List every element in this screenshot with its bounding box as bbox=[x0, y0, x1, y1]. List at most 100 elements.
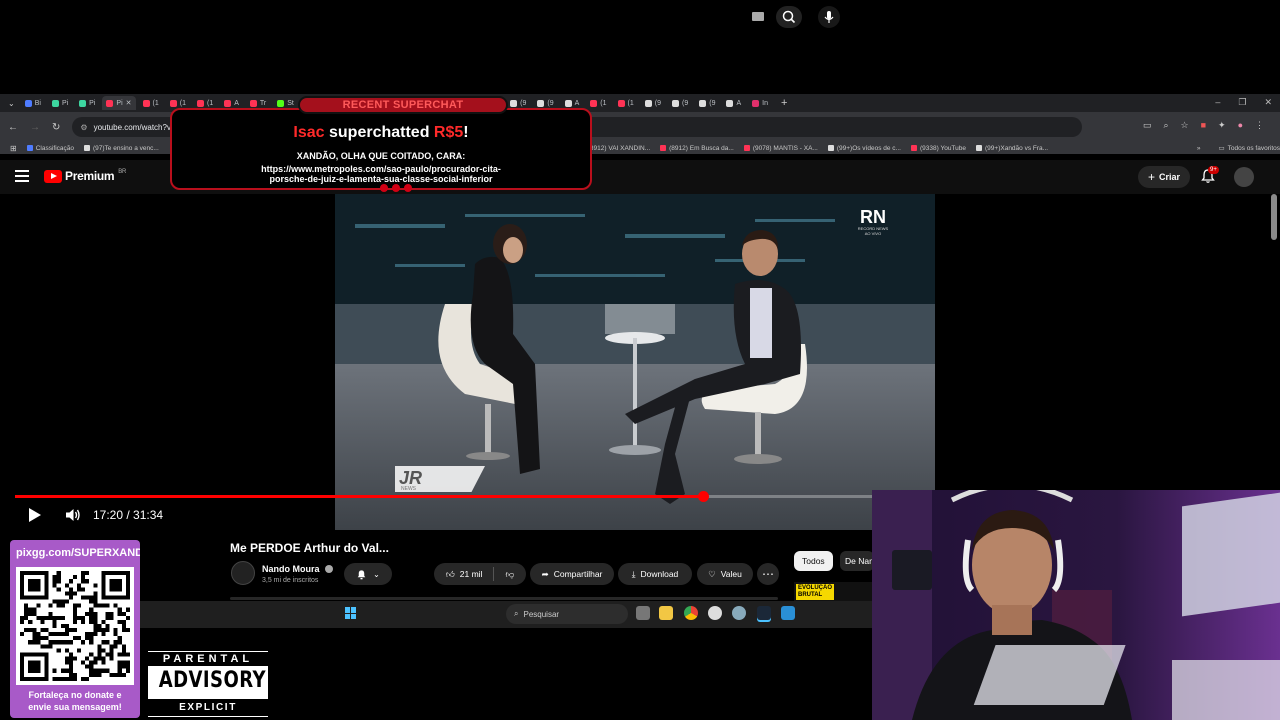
browser-tab[interactable]: (9 bbox=[695, 96, 719, 110]
forward-icon[interactable]: → bbox=[30, 122, 40, 133]
browser-tab[interactable]: (9 bbox=[641, 96, 665, 110]
download-button[interactable]: ⤓ Download bbox=[618, 563, 692, 585]
channel-bug-logo: RN bbox=[860, 207, 886, 227]
profile-icon[interactable]: ● bbox=[1238, 120, 1243, 131]
chrome-menu-icon[interactable]: ⋮ bbox=[1255, 120, 1264, 131]
restore-icon[interactable]: ❐ bbox=[1238, 97, 1246, 108]
reload-icon[interactable]: ↻ bbox=[52, 122, 60, 133]
chip-from-channel[interactable]: De Nan bbox=[840, 551, 874, 571]
bookmark-label: (99+)Xandão vs Fra... bbox=[985, 144, 1049, 152]
browser-tab[interactable]: In bbox=[748, 96, 772, 110]
toolbar-actions: ▭ ⌕ ☆ ■ ✦ ● ⋮ bbox=[1143, 120, 1264, 131]
bookmark-item[interactable]: (9078) MANTIS - XA... bbox=[743, 145, 818, 152]
chip-all[interactable]: Todos bbox=[794, 551, 833, 571]
app-icon[interactable] bbox=[781, 606, 795, 620]
create-button[interactable]: + Criar bbox=[1138, 166, 1190, 188]
tab-favicon-icon bbox=[142, 99, 150, 107]
browser-tab[interactable]: (9 bbox=[668, 96, 692, 110]
channel-bug: RN RECORD NEWS AO VIVO bbox=[850, 208, 896, 236]
bookmark-label: (8912) VAI XANDIN... bbox=[587, 144, 651, 152]
browser-tab[interactable]: A bbox=[722, 96, 745, 110]
all-bookmarks-link[interactable]: ▭ Todos os favoritos bbox=[1218, 144, 1280, 153]
bookmark-favicon-icon bbox=[827, 145, 834, 151]
superchat-action: superchatted bbox=[324, 124, 434, 141]
back-icon[interactable]: ← bbox=[8, 122, 18, 133]
bookmark-favicon-icon bbox=[660, 145, 667, 151]
minimize-icon[interactable]: – bbox=[1215, 97, 1220, 108]
close-tab-icon[interactable]: ✕ bbox=[126, 99, 132, 107]
bookmark-item[interactable]: (97)Te ensino a venc... bbox=[84, 145, 159, 152]
hamburger-menu-icon[interactable] bbox=[15, 170, 29, 182]
window-controls: – ❐ ✕ bbox=[1215, 97, 1272, 108]
more-icon: ⋯ bbox=[762, 567, 774, 581]
apps-grid-icon[interactable]: ⊞ bbox=[10, 144, 17, 153]
bookmark-star-icon[interactable]: ☆ bbox=[1181, 120, 1189, 131]
tab-favicon-icon bbox=[106, 99, 114, 107]
cast-icon[interactable]: ▭ bbox=[1143, 120, 1152, 131]
video-player[interactable]: RN RECORD NEWS AO VIVO JR NEWS bbox=[335, 194, 935, 530]
progress-bar[interactable] bbox=[15, 491, 875, 502]
browser-tab[interactable]: Pi ✕ bbox=[102, 96, 136, 110]
qr-code bbox=[16, 567, 134, 685]
subscribed-bell-button[interactable]: ⌄ bbox=[344, 563, 392, 585]
superchat-message: XANDÃO, OLHA QUE COITADO, CARA: https://… bbox=[220, 151, 542, 184]
more-actions-button[interactable]: ⋯ bbox=[757, 563, 779, 585]
youtube-logo-text: Premium bbox=[65, 169, 115, 183]
bookmark-item[interactable]: (9338) YouTube bbox=[910, 145, 966, 152]
tab-label: A bbox=[736, 99, 742, 107]
bookmarks-more-button[interactable]: » bbox=[1197, 145, 1201, 152]
progress-scrubber[interactable] bbox=[698, 491, 709, 502]
bookmark-item[interactable]: Classificação bbox=[26, 145, 74, 152]
tab-search-icon[interactable]: ⌄ bbox=[8, 99, 15, 108]
verified-icon bbox=[325, 565, 333, 573]
task-view-icon[interactable] bbox=[636, 606, 650, 620]
superchat-message-line: https://www.metropoles.com/sao-paulo/pro… bbox=[261, 164, 501, 174]
browser-tab[interactable]: Pi bbox=[48, 96, 72, 110]
chrome-icon[interactable] bbox=[684, 606, 698, 620]
extensions-puzzle-icon[interactable]: ✦ bbox=[1218, 120, 1226, 131]
share-button[interactable]: ➦ Compartilhar bbox=[530, 563, 614, 585]
browser-tab[interactable]: Pi bbox=[75, 96, 99, 110]
bookmark-item[interactable]: (99+)Os vídeos de c... bbox=[827, 145, 901, 152]
bookmark-item[interactable]: (99+)Xandão vs Fra... bbox=[976, 145, 1048, 152]
youtube-region: BR bbox=[118, 169, 127, 175]
superchat-amount: R$5 bbox=[433, 124, 464, 141]
file-explorer-icon[interactable] bbox=[659, 606, 673, 620]
new-tab-button[interactable]: + bbox=[781, 97, 787, 109]
like-button[interactable]: 👍︎ 21 mil bbox=[446, 569, 483, 580]
notifications-button[interactable]: 9+ bbox=[1200, 166, 1219, 186]
volume-icon[interactable] bbox=[65, 507, 81, 523]
tab-favicon-icon bbox=[617, 99, 625, 107]
close-window-icon[interactable]: ✕ bbox=[1264, 97, 1272, 108]
extension-icon[interactable]: ■ bbox=[1201, 120, 1206, 131]
play-icon[interactable] bbox=[28, 507, 42, 523]
superchat-user: Isac bbox=[293, 124, 325, 141]
zoom-icon[interactable]: ⌕ bbox=[1163, 120, 1168, 131]
thumbnail-label-line: EVOLUÇÃO bbox=[798, 585, 833, 591]
account-avatar[interactable] bbox=[1234, 167, 1254, 187]
steam-icon[interactable] bbox=[757, 606, 771, 620]
superchat-message-line: XANDÃO, OLHA QUE COITADO, CARA: bbox=[296, 151, 466, 161]
taskbar-search[interactable]: ⌕ Pesquisar bbox=[506, 604, 628, 624]
windows-start-icon[interactable] bbox=[345, 607, 357, 619]
settings-gear-icon[interactable] bbox=[732, 606, 746, 620]
description-box[interactable] bbox=[230, 597, 778, 600]
browser-tab[interactable]: Bi bbox=[21, 96, 45, 110]
browser-tab[interactable]: (1 bbox=[139, 96, 163, 110]
search-button[interactable] bbox=[776, 6, 802, 28]
tab-favicon-icon bbox=[79, 99, 87, 107]
site-info-icon[interactable]: ⚙ bbox=[80, 123, 87, 132]
browser-tab[interactable]: (1 bbox=[614, 96, 638, 110]
related-video-thumbnail[interactable]: EVOLUÇÃO BRUTAL bbox=[794, 582, 872, 602]
channel-avatar[interactable] bbox=[231, 561, 255, 585]
search-icon bbox=[782, 10, 796, 24]
page-scrollbar[interactable] bbox=[1271, 194, 1277, 240]
voice-search-button[interactable] bbox=[818, 6, 840, 28]
bookmark-item[interactable]: (8912) Em Busca da... bbox=[660, 145, 734, 152]
youtube-logo[interactable]: Premium BR bbox=[44, 169, 126, 183]
channel-name[interactable]: Nando Moura bbox=[262, 564, 320, 574]
thanks-button[interactable]: ♡ Valeu bbox=[697, 563, 753, 585]
dislike-button[interactable]: 👎︎ bbox=[505, 569, 514, 580]
keyboard-icon[interactable] bbox=[752, 12, 764, 21]
app-icon[interactable] bbox=[708, 606, 722, 620]
